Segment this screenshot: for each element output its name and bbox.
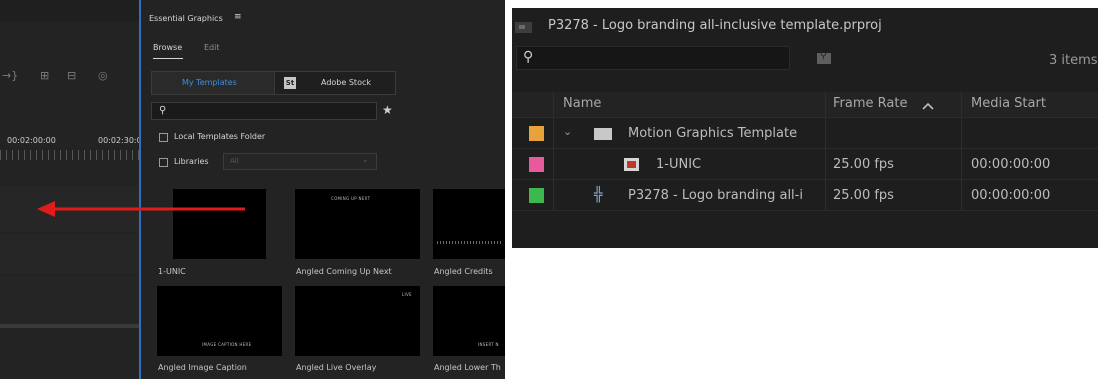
sequence-icon: ╬ <box>594 187 603 203</box>
project-item-row[interactable]: ╬ P3278 - Logo branding all-i 25.00 fps … <box>512 180 1098 211</box>
sort-ascending-icon[interactable] <box>922 102 934 110</box>
column-divider <box>825 92 826 211</box>
premiere-left-screenshot: →} ⊞ ⊟ ◎ 00:02:00:00 00:02:30:0 Essentia… <box>0 0 505 379</box>
template-label: Angled Coming Up Next <box>296 267 392 276</box>
snap-icon[interactable]: →} <box>2 69 18 82</box>
search-input[interactable]: ⚲ <box>151 102 377 120</box>
essential-graphics-panel: Essential Graphics ≡ Browse Edit My Temp… <box>141 0 505 379</box>
project-search-input[interactable]: ⚲ <box>516 46 790 70</box>
thumbnail-credits-lines <box>437 241 503 244</box>
timecode-2: 00:02:30:0 <box>98 136 142 145</box>
time-ruler[interactable] <box>0 150 139 160</box>
arrow-head-icon <box>37 201 55 217</box>
template-thumbnail[interactable]: IMAGE CAPTION HERE <box>157 286 282 356</box>
thumbnail-text: INSERT N <box>478 342 499 347</box>
item-name: P3278 - Logo branding all-i <box>628 188 803 203</box>
timeline-track[interactable] <box>0 276 139 324</box>
template-label: Angled Live Overlay <box>296 363 377 372</box>
my-templates-button[interactable]: My Templates <box>151 71 275 95</box>
adobe-stock-label: Adobe Stock <box>321 78 371 87</box>
timeline-header <box>0 0 139 22</box>
project-panel: P3278 - Logo branding all-inclusive temp… <box>512 8 1098 248</box>
template-thumbnail[interactable]: LIVE <box>295 286 420 356</box>
mogrt-file-icon <box>624 158 639 171</box>
tab-browse[interactable]: Browse <box>153 43 182 52</box>
label-color-swatch[interactable] <box>529 188 544 203</box>
chevron-down-icon[interactable]: ⌄ <box>563 125 572 138</box>
template-thumbnail[interactable]: COMING UP NEXT <box>295 189 420 259</box>
panel-menu-icon[interactable]: ≡ <box>234 12 242 22</box>
track-divider <box>0 324 139 328</box>
column-frame-rate[interactable]: Frame Rate <box>833 96 907 111</box>
project-title: P3278 - Logo branding all-inclusive temp… <box>548 18 882 33</box>
template-label: 1-UNIC <box>158 267 186 276</box>
item-name: Motion Graphics Template <box>628 126 798 141</box>
timeline-track[interactable] <box>0 234 139 274</box>
timeline-panel: →} ⊞ ⊟ ◎ 00:02:00:00 00:02:30:0 <box>0 0 142 379</box>
marker-icon[interactable]: ⊟ <box>67 69 76 82</box>
column-header-row: Name Frame Rate Media Start <box>512 92 1098 118</box>
stock-badge-icon: St <box>284 77 296 89</box>
project-file-icon <box>515 22 532 33</box>
libraries-select[interactable]: All ⌄ <box>223 153 377 170</box>
thumbnail-text: COMING UP NEXT <box>331 196 371 201</box>
template-label: Angled Credits <box>434 267 493 276</box>
libraries-checkbox[interactable] <box>159 158 168 167</box>
link-icon[interactable]: ⊞ <box>40 69 49 82</box>
project-item-row[interactable]: ⌄ Motion Graphics Template <box>512 118 1098 149</box>
label-color-swatch[interactable] <box>529 126 544 141</box>
project-item-row[interactable]: 1-UNIC 25.00 fps 00:00:00:00 <box>512 149 1098 180</box>
libraries-label: Libraries <box>174 157 209 166</box>
thumbnail-text: LIVE <box>402 292 412 297</box>
column-divider <box>553 92 554 211</box>
bin-folder-icon <box>594 128 612 140</box>
libraries-select-value: All <box>230 157 239 165</box>
template-thumbnail[interactable] <box>433 189 505 259</box>
search-icon: ⚲ <box>523 49 534 65</box>
item-frame-rate: 25.00 fps <box>833 157 894 172</box>
star-icon[interactable]: ★ <box>382 103 393 117</box>
column-divider <box>961 92 962 211</box>
item-name: 1-UNIC <box>656 157 702 172</box>
item-frame-rate: 25.00 fps <box>833 188 894 203</box>
item-media-start: 00:00:00:00 <box>971 157 1051 172</box>
item-media-start: 00:00:00:00 <box>971 188 1051 203</box>
search-icon: ⚲ <box>159 105 167 116</box>
timecode-1: 00:02:00:00 <box>7 136 56 145</box>
tab-browse-underline <box>153 58 183 59</box>
camera-icon[interactable]: ◎ <box>98 69 108 82</box>
template-label: Angled Lower Th <box>434 363 501 372</box>
template-thumbnail[interactable] <box>173 189 266 259</box>
panel-title: Essential Graphics <box>149 14 223 23</box>
tab-edit[interactable]: Edit <box>204 43 220 52</box>
template-thumbnail[interactable]: INSERT N <box>433 286 505 356</box>
adobe-stock-button[interactable]: St Adobe Stock <box>274 71 396 95</box>
local-templates-label: Local Templates Folder <box>174 132 266 141</box>
local-templates-checkbox[interactable] <box>159 133 168 142</box>
my-templates-label: My Templates <box>182 78 237 87</box>
red-arrow-annotation <box>37 201 245 217</box>
template-label: Angled Image Caption <box>158 363 247 372</box>
column-media-start[interactable]: Media Start <box>971 96 1046 111</box>
item-count: 3 items <box>1049 53 1098 68</box>
find-in-bin-icon[interactable]: ⚲ <box>817 51 831 64</box>
thumbnail-text: IMAGE CAPTION HERE <box>202 342 252 347</box>
label-color-swatch[interactable] <box>529 157 544 172</box>
column-name[interactable]: Name <box>563 96 601 111</box>
chevron-down-icon: ⌄ <box>362 155 369 164</box>
